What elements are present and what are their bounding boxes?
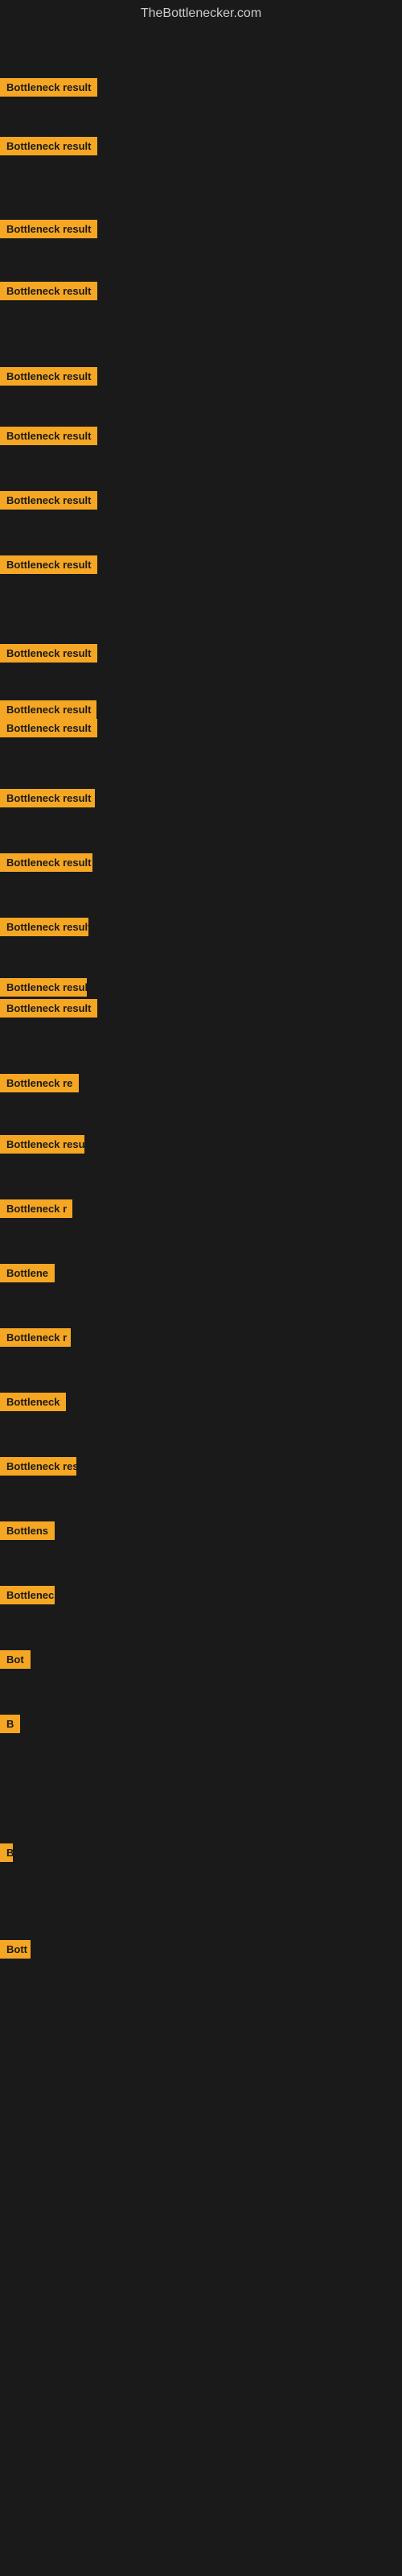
bottleneck-label: Bottleneck result	[0, 978, 87, 997]
bottleneck-label: Bottleneck result	[0, 491, 97, 510]
bottleneck-result-item: Bottleneck result	[0, 555, 97, 578]
bottleneck-result-item: Bottleneck result	[0, 853, 92, 876]
bottleneck-label: Bot	[0, 1650, 31, 1669]
bottleneck-result-item: Bottleneck result	[0, 137, 97, 159]
bottleneck-label: Bottleneck result	[0, 220, 97, 238]
bottleneck-label: Bottleneck	[0, 1586, 55, 1604]
bottleneck-label: B	[0, 1715, 20, 1733]
bottleneck-label: B	[0, 1843, 13, 1862]
bottleneck-result-item: B	[0, 1715, 20, 1737]
bottleneck-result-item: Bottleneck result	[0, 1135, 84, 1158]
bottleneck-label: Bottleneck result	[0, 555, 97, 574]
bottleneck-result-item: Bott	[0, 1940, 31, 1963]
bottleneck-label: Bottleneck result	[0, 719, 97, 737]
bottleneck-result-item: Bottleneck result	[0, 491, 97, 514]
bottleneck-label: Bottleneck re	[0, 1074, 79, 1092]
bottleneck-label: Bottleneck result	[0, 78, 97, 97]
bottleneck-label: Bottleneck result	[0, 427, 97, 445]
bottleneck-result-item: Bottleneck r	[0, 1199, 72, 1222]
bottleneck-label: Bottleneck result	[0, 1135, 84, 1154]
bottleneck-label: Bottleneck	[0, 1393, 66, 1411]
bottleneck-result-item: Bottleneck result	[0, 78, 97, 101]
bottleneck-label: Bott	[0, 1940, 31, 1959]
bottleneck-label: Bottleneck result	[0, 137, 97, 155]
bottleneck-result-item: Bottleneck result	[0, 978, 87, 1001]
bottleneck-result-item: Bottleneck re	[0, 1074, 79, 1096]
bottleneck-result-item: Bottleneck result	[0, 427, 97, 449]
bottleneck-result-item: Bottlens	[0, 1521, 55, 1544]
bottleneck-result-item: B	[0, 1843, 13, 1866]
bottleneck-label: Bottleneck result	[0, 918, 88, 936]
bottleneck-result-item: Bottleneck r	[0, 1328, 71, 1351]
bottleneck-result-item: Bottlene	[0, 1264, 55, 1286]
bottleneck-result-item: Bottleneck result	[0, 644, 97, 667]
bottleneck-label: Bottleneck r	[0, 1199, 72, 1218]
bottleneck-result-item: Bot	[0, 1650, 31, 1673]
bottleneck-result-item: Bottleneck result	[0, 918, 88, 940]
bottleneck-label: Bottlene	[0, 1264, 55, 1282]
site-title: TheBottlenecker.com	[0, 0, 402, 24]
bottleneck-label: Bottlens	[0, 1521, 55, 1540]
bottleneck-result-item: Bottleneck	[0, 1586, 55, 1608]
bottleneck-label: Bottleneck result	[0, 367, 97, 386]
bottleneck-result-item: Bottleneck result	[0, 999, 97, 1022]
bottleneck-label: Bottleneck r	[0, 1328, 71, 1347]
bottleneck-result-item: Bottleneck result	[0, 719, 97, 741]
bottleneck-result-item: Bottleneck res	[0, 1457, 76, 1480]
bottleneck-label: Bottleneck result	[0, 700, 96, 719]
bottleneck-result-item: Bottleneck result	[0, 367, 97, 390]
bottleneck-result-item: Bottleneck result	[0, 282, 97, 304]
bottleneck-label: Bottleneck res	[0, 1457, 76, 1476]
bottleneck-result-item: Bottleneck	[0, 1393, 66, 1415]
bottleneck-label: Bottleneck result	[0, 853, 92, 872]
bottleneck-label: Bottleneck result	[0, 789, 95, 807]
bottleneck-result-item: Bottleneck result	[0, 220, 97, 242]
bottleneck-label: Bottleneck result	[0, 999, 97, 1018]
bottleneck-result-item: Bottleneck result	[0, 789, 95, 811]
bottleneck-label: Bottleneck result	[0, 282, 97, 300]
bottleneck-label: Bottleneck result	[0, 644, 97, 663]
